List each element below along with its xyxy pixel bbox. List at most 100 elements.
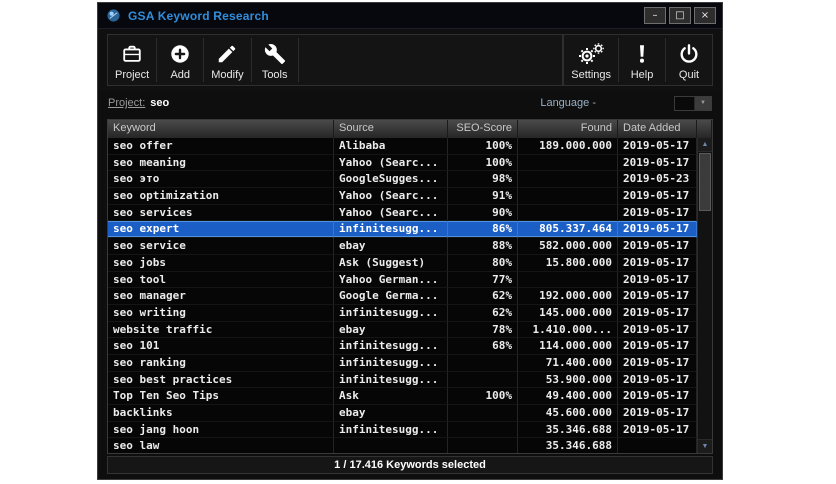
scroll-up-button[interactable]: ▲: [698, 138, 712, 152]
table-row[interactable]: seo offer Alibaba 100% 189.000.000 2019-…: [108, 138, 697, 155]
cell-found: 1.410.000...: [518, 321, 618, 339]
status-text: 1 / 17.416 Keywords selected: [334, 459, 486, 471]
add-button[interactable]: Add: [157, 35, 203, 85]
filter-combobox[interactable]: ▼: [674, 95, 712, 111]
tools-button-label: Tools: [261, 69, 288, 81]
table-row[interactable]: seo 101 infinitesugg... 68% 114.000.000 …: [108, 338, 697, 355]
app-window: GSA Keyword Research – □ × Project Add M…: [97, 2, 723, 480]
keyword-table: Keyword Source SEO-Score Found Date Adde…: [107, 119, 713, 454]
settings-button-label: Settings: [571, 69, 611, 81]
table-row[interactable]: Top Ten Seo Tips Ask 100% 49.400.000 201…: [108, 388, 697, 405]
cell-found: [518, 188, 618, 205]
cell-source: infinitesugg...: [334, 354, 448, 372]
toolbar-left-panel: Project Add Modify Tools: [107, 34, 564, 86]
cell-keyword: seo best practices: [108, 371, 334, 389]
scrollbar-thumb[interactable]: [699, 153, 711, 211]
tools-button[interactable]: Tools: [252, 35, 298, 85]
cell-source: infinitesugg...: [334, 421, 448, 439]
cell-seo-score: 77%: [448, 271, 518, 289]
cell-found: 71.400.000: [518, 354, 618, 372]
project-link[interactable]: Project:: [108, 97, 145, 109]
column-header-keyword[interactable]: Keyword: [108, 120, 334, 138]
cell-keyword: seo jobs: [108, 254, 334, 272]
cell-seo-score: [448, 421, 518, 439]
help-button[interactable]: Help: [619, 35, 665, 85]
cell-source: infinitesugg...: [334, 221, 448, 239]
table-row[interactable]: seo meaning Yahoo (Searc... 100% 2019-05…: [108, 154, 697, 172]
scroll-down-button[interactable]: ▼: [698, 439, 712, 453]
gears-icon: [577, 41, 605, 67]
cell-found: 35.346.688: [518, 421, 618, 439]
power-icon: [678, 41, 700, 67]
cell-date-added: 2019-05-17: [618, 421, 697, 439]
minimize-button[interactable]: –: [644, 7, 666, 24]
cell-date-added: 2019-05-17: [618, 371, 697, 389]
cell-source: Yahoo (Searc...: [334, 154, 448, 172]
exclamation-icon: [631, 41, 653, 67]
cell-date-added: 2019-05-17: [618, 304, 697, 322]
cell-keyword: website traffic: [108, 321, 334, 339]
column-header-found[interactable]: Found: [518, 120, 618, 138]
column-header-source[interactable]: Source: [334, 120, 448, 138]
keyword-table-body: seo offer Alibaba 100% 189.000.000 2019-…: [108, 138, 697, 453]
cell-keyword: seo expert: [108, 221, 334, 239]
cell-keyword: seo tool: [108, 271, 334, 289]
table-row[interactable]: seo expert infinitesugg... 86% 805.337.4…: [108, 221, 697, 239]
cell-seo-score: 91%: [448, 188, 518, 205]
table-row[interactable]: seo manager Google Germa... 62% 192.000.…: [108, 288, 697, 305]
cell-keyword: seo offer: [108, 138, 334, 155]
column-header-date-added[interactable]: Date Added: [618, 120, 697, 138]
table-row[interactable]: seo это GoogleSugges... 98% 2019-05-23: [108, 171, 697, 189]
project-button[interactable]: Project: [108, 35, 156, 85]
vertical-scrollbar[interactable]: ▲ ▼: [697, 138, 712, 453]
table-header: Keyword Source SEO-Score Found Date Adde…: [108, 120, 712, 138]
modify-button-label: Modify: [211, 69, 244, 81]
help-button-label: Help: [630, 69, 654, 81]
combo-dropdown-button[interactable]: ▼: [694, 96, 711, 110]
table-row[interactable]: seo jobs Ask (Suggest) 80% 15.800.000 20…: [108, 254, 697, 272]
cell-source: Ask: [334, 388, 448, 405]
settings-button[interactable]: Settings: [564, 35, 618, 85]
quit-button-label: Quit: [678, 69, 700, 81]
cell-date-added: [618, 438, 697, 453]
cell-date-added: 2019-05-17: [618, 271, 697, 289]
cell-date-added: 2019-05-17: [618, 321, 697, 339]
cell-date-added: 2019-05-17: [618, 188, 697, 205]
table-row[interactable]: backlinks ebay 45.600.000 2019-05-17: [108, 405, 697, 422]
cell-source: ebay: [334, 321, 448, 339]
cell-seo-score: 68%: [448, 338, 518, 355]
close-button[interactable]: ×: [694, 7, 716, 24]
language-dropdown[interactable]: Language -: [540, 97, 596, 109]
cell-found: 805.337.464: [518, 221, 618, 239]
table-row[interactable]: website traffic ebay 78% 1.410.000... 20…: [108, 321, 697, 339]
cell-source: infinitesugg...: [334, 338, 448, 355]
table-row[interactable]: seo tool Yahoo German... 77% 2019-05-17: [108, 271, 697, 289]
cell-seo-score: 100%: [448, 154, 518, 172]
cell-found: [518, 271, 618, 289]
cell-source: infinitesugg...: [334, 371, 448, 389]
table-row[interactable]: seo services Yahoo (Searc... 90% 2019-05…: [108, 204, 697, 222]
cell-date-added: 2019-05-17: [618, 154, 697, 172]
cell-found: 114.000.000: [518, 338, 618, 355]
toolbar-separator: [297, 38, 299, 82]
add-button-label: Add: [170, 69, 191, 81]
table-row[interactable]: seo law 35.346.688: [108, 438, 697, 453]
quit-button[interactable]: Quit: [666, 35, 712, 85]
table-row[interactable]: seo optimization Yahoo (Searc... 91% 201…: [108, 188, 697, 205]
table-body-wrap: seo offer Alibaba 100% 189.000.000 2019-…: [108, 138, 712, 453]
cell-date-added: 2019-05-17: [618, 388, 697, 405]
cell-seo-score: 98%: [448, 171, 518, 189]
cell-found: 192.000.000: [518, 288, 618, 305]
cell-seo-score: 100%: [448, 388, 518, 405]
cell-keyword: seo optimization: [108, 188, 334, 205]
maximize-button[interactable]: □: [669, 7, 691, 24]
table-row[interactable]: seo ranking infinitesugg... 71.400.000 2…: [108, 354, 697, 372]
table-row[interactable]: seo writing infinitesugg... 62% 145.000.…: [108, 304, 697, 322]
table-row[interactable]: seo best practices infinitesugg... 53.90…: [108, 371, 697, 389]
cell-seo-score: [448, 438, 518, 453]
table-row[interactable]: seo service ebay 88% 582.000.000 2019-05…: [108, 238, 697, 255]
table-row[interactable]: seo jang hoon infinitesugg... 35.346.688…: [108, 421, 697, 439]
modify-button[interactable]: Modify: [204, 35, 250, 85]
cell-seo-score: 90%: [448, 204, 518, 222]
column-header-seo-score[interactable]: SEO-Score: [448, 120, 518, 138]
